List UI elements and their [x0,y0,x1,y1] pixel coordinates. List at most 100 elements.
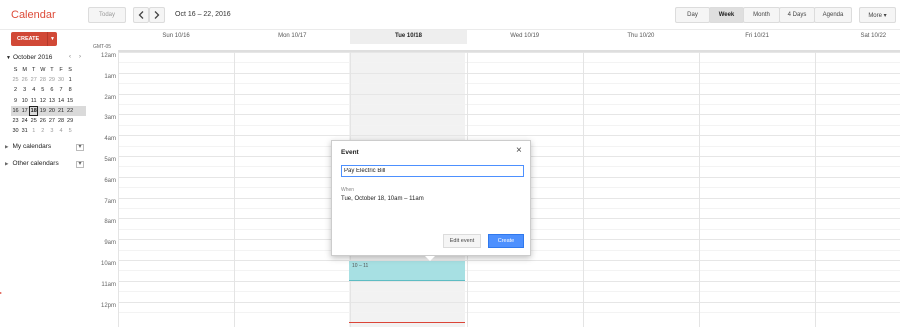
mini-day[interactable]: 22 [66,106,75,116]
create-button[interactable]: CREATE ▼ [11,32,57,46]
view-week-button[interactable]: Week [709,7,744,23]
mini-day[interactable]: 14 [56,96,65,106]
half-hour-gridline [118,312,900,313]
more-button[interactable]: More ▾ [859,7,896,23]
mini-day[interactable]: 4 [29,85,38,95]
mini-day[interactable]: 10 [20,96,29,106]
mini-day[interactable]: 30 [11,126,20,136]
create-event-button[interactable]: Create [488,234,524,248]
mini-day[interactable]: 5 [38,85,47,95]
day-header[interactable]: Mon 10/17 [234,30,350,44]
chevron-down-icon[interactable]: ▼ [47,32,57,46]
collapse-triangle-icon[interactable]: ▼ [6,55,11,61]
dialog-pointer [425,256,435,261]
mini-day[interactable]: 6 [47,85,56,95]
mini-day[interactable]: 27 [29,75,38,85]
view-4days-button[interactable]: 4 Days [779,7,815,23]
mini-day[interactable]: 19 [38,106,47,116]
mini-day[interactable]: 12 [38,96,47,106]
mini-day[interactable]: 20 [47,106,56,116]
all-day-row[interactable] [118,44,900,52]
my-calendars-section[interactable]: ▶ My calendars [5,143,51,150]
hour-label: 4am [104,136,116,143]
app-title[interactable]: Calendar [11,9,56,21]
view-day-button[interactable]: Day [675,7,710,23]
mini-day[interactable]: 13 [47,96,56,106]
today-button[interactable]: Today [88,7,126,23]
day-header[interactable]: Fri 10/21 [699,30,815,44]
mini-week-row: 2345678 [11,85,86,95]
mini-day[interactable]: 24 [20,116,29,126]
mini-day[interactable]: 30 [56,75,65,85]
event-block[interactable]: 10 – 11 [349,261,465,281]
hour-gridline [118,301,900,303]
mini-weekday-header: F [59,67,63,73]
timezone-label: GMT-05 [93,44,112,50]
mini-prev-month-icon[interactable]: ‹ [69,54,71,60]
day-header[interactable]: Sat 10/22 [815,30,900,44]
mini-day[interactable]: 18 [29,105,39,116]
previous-period-button[interactable] [133,7,149,23]
day-header[interactable]: Tue 10/18 [350,30,467,44]
day-headers: Sun 10/16 Mon 10/17 Tue 10/18 Wed 10/19 Thu … [90,30,900,44]
mini-day[interactable]: 25 [11,75,20,85]
mini-day[interactable]: 26 [38,116,47,126]
day-divider [699,52,700,327]
mini-day[interactable]: 17 [20,106,29,116]
mini-day[interactable]: 31 [20,126,29,136]
mini-day[interactable]: 27 [47,116,56,126]
mini-day[interactable]: 29 [66,116,75,126]
hour-label: 11am [101,281,116,288]
create-button-label: CREATE [17,36,40,42]
hour-gridline [118,114,900,116]
hour-label: 3am [104,115,116,122]
edit-event-button[interactable]: Edit event [443,234,481,248]
day-header[interactable]: Sun 10/16 [118,30,234,44]
mini-day[interactable]: 26 [20,75,29,85]
mini-calendar-month[interactable]: October 2016 [13,54,52,61]
mini-day[interactable]: 7 [56,85,65,95]
mini-weekday-header: T [32,67,36,73]
mini-day[interactable]: 15 [66,96,75,106]
mini-day[interactable]: 2 [11,85,20,95]
mini-weekday-header: S [13,67,18,73]
mini-weekday-header: M [22,67,27,73]
quick-event-dialog: Event × When Tue, October 18, 10am – 11a… [331,140,531,261]
mini-day[interactable]: 8 [66,85,75,95]
event-title-input[interactable] [341,165,524,177]
mini-weekday-header: T [50,67,54,73]
hour-label: 5am [104,157,116,163]
add-calendar-icon[interactable]: ▾ [76,144,84,151]
day-header[interactable]: Wed 10/19 [467,30,583,44]
mini-day[interactable]: 2 [38,126,47,136]
day-divider [234,52,236,327]
mini-day[interactable]: 3 [47,126,56,136]
mini-day[interactable]: 9 [11,96,20,106]
expand-triangle-icon: ▶ [5,160,9,166]
mini-calendar: ▼ October 2016 ‹ › S M T W T F S 25 26 27 28 29 30 1 2… [6,53,86,134]
view-month-button[interactable]: Month [743,7,780,23]
mini-day[interactable]: 21 [56,106,65,116]
mini-day[interactable]: 11 [29,96,38,106]
mini-day[interactable]: 16 [11,106,20,116]
mini-day[interactable]: 1 [29,126,38,136]
mini-day[interactable]: 29 [47,75,56,85]
mini-day[interactable]: 4 [56,126,65,136]
mini-week-row: 25 26 27 28 29 30 1 [11,75,86,85]
half-hour-gridline [118,62,900,64]
mini-day[interactable]: 25 [29,116,38,126]
mini-day[interactable]: 28 [38,75,47,85]
other-calendars-section[interactable]: ▶ Other calendars [5,160,59,167]
mini-day[interactable]: 28 [56,116,65,126]
top-bar: Calendar Today Oct 16 – 22, 2016 Day Wee… [0,0,900,30]
mini-day[interactable]: 3 [20,85,29,95]
day-header[interactable]: Thu 10/20 [583,30,699,44]
mini-day[interactable]: 5 [66,126,75,136]
mini-day[interactable]: 23 [11,116,20,126]
mini-day[interactable]: 1 [66,75,75,85]
view-agenda-button[interactable]: Agenda [814,7,852,23]
add-other-calendar-icon[interactable]: ▾ [76,161,84,168]
next-period-button[interactable] [149,7,165,23]
mini-next-month-icon[interactable]: › [79,54,81,60]
close-icon[interactable]: × [516,146,522,156]
